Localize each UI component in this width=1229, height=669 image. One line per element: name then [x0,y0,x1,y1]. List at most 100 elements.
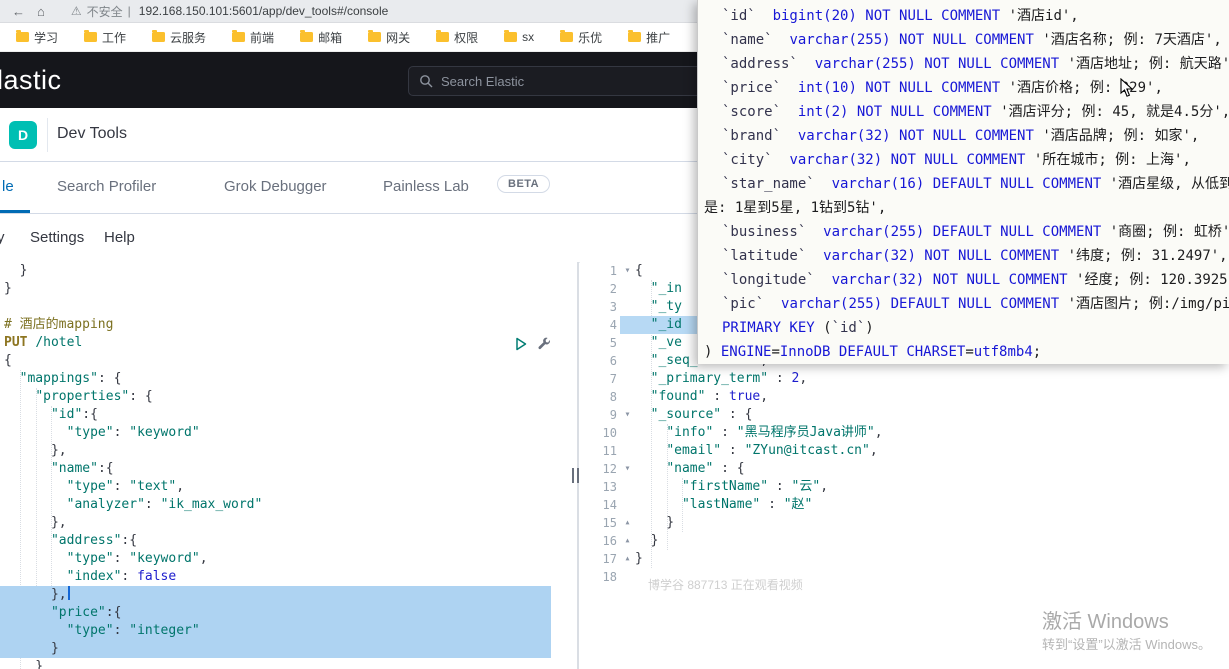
line-number: 8 [609,390,617,404]
bookmark-label: sx [522,30,535,44]
mouse-cursor [1120,77,1134,103]
bookmark-label: 权限 [454,30,479,45]
response-code-line[interactable]: 16 ▴ } [580,532,1229,550]
sql-code-line: `business` varchar(255) DEFAULT NULL COM… [722,224,1229,240]
sql-code-line: `id` bigint(20) NOT NULL COMMENT '酒店id', [722,8,1079,24]
folder-icon [436,30,450,42]
search-placeholder: Search Elastic [441,73,525,89]
fold-toggle-icon[interactable]: ▾ [620,406,635,424]
fold-toggle-icon[interactable]: ▴ [620,514,635,532]
viewer-watermark: 博学谷 887713 正在观看视频 [648,578,803,592]
active-tab-underline [0,210,30,213]
bookmark-item[interactable]: 网关 [368,29,410,46]
send-request-play-icon[interactable] [514,337,528,351]
request-code-line[interactable]: } [0,658,577,669]
bookmark-item[interactable]: sx [504,30,534,44]
bookmark-item[interactable]: 推广 [628,29,670,46]
bookmark-item[interactable]: 云服务 [152,29,206,46]
fold-toggle-icon[interactable]: ▾ [620,262,635,280]
line-number: 10 [602,426,617,440]
response-code-line[interactable]: 12 ▾ "name" : { [580,460,1229,478]
search-icon [420,75,433,88]
request-code-line[interactable]: }, [0,442,577,460]
request-code-line[interactable]: "address":{ [0,532,577,550]
request-code-line[interactable]: "mappings": { [0,370,577,388]
tab-search-profiler[interactable]: Search Profiler [57,178,156,195]
bookmark-label: 云服务 [170,30,207,45]
request-code-line[interactable]: "analyzer": "ik_max_word" [0,496,577,514]
nav-settings[interactable]: Settings [30,229,84,246]
search-input[interactable]: Search Elastic [408,66,730,96]
bookmark-item[interactable]: 权限 [436,29,478,46]
request-code-line[interactable] [0,298,577,316]
request-code-line[interactable]: "name":{ [0,460,577,478]
bookmark-item[interactable]: 工作 [84,29,126,46]
request-code-line[interactable]: }, [0,586,577,604]
bookmark-label: 学习 [34,30,59,45]
sql-create-table-window[interactable]: `id` bigint(20) NOT NULL COMMENT '酒店id',… [697,0,1229,364]
sql-code-line: ) ENGINE=InnoDB DEFAULT CHARSET=utf8mb4; [704,344,1042,360]
fold-toggle-icon[interactable]: ▾ [620,460,635,478]
request-code-line[interactable]: } [0,280,577,298]
nav-history-partial[interactable]: y [0,229,5,246]
request-editor[interactable]: }} # 酒店的mapping PUT /hotel{ "mappings": { … [0,262,577,669]
sql-code-line: PRIMARY KEY (`id`) [722,320,874,336]
line-number: 4 [609,318,617,332]
request-code-line[interactable]: { [0,352,577,370]
request-code-line[interactable]: "price":{ [0,604,577,622]
fold-toggle-icon[interactable]: ▴ [620,532,635,550]
beta-badge: BETA [497,175,551,193]
response-code-line[interactable]: 8 "found" : true, [580,388,1229,406]
response-code-line[interactable]: 13 "firstName" : "云", [580,478,1229,496]
request-code-line[interactable]: } [0,640,577,658]
request-code-line[interactable]: PUT /hotel [0,334,577,352]
request-code-line[interactable]: "properties": { [0,388,577,406]
back-icon[interactable]: ← [12,4,25,19]
folder-icon [368,30,382,42]
bookmark-label: 邮箱 [318,30,343,45]
fold-toggle-icon[interactable]: ▴ [620,550,635,568]
response-code-line[interactable]: 11 "email" : "ZYun@itcast.cn", [580,442,1229,460]
nav-help[interactable]: Help [104,229,135,246]
request-code-line[interactable]: "type": "text", [0,478,577,496]
request-code-line[interactable]: "id":{ [0,406,577,424]
windows-activate-subtext: 转到“设置”以激活 Windows。 [1042,637,1212,652]
request-code-line[interactable]: "index": false [0,568,577,586]
address-bar[interactable]: 192.168.150.101:5601/app/dev_tools#/cons… [139,4,389,18]
request-code-line[interactable]: } [0,262,577,280]
sql-code-line: `name` varchar(255) NOT NULL COMMENT '酒店… [722,32,1222,48]
line-number: 17 [602,552,617,566]
tab-painless-lab[interactable]: Painless Lab [383,178,469,195]
response-code-line[interactable]: 10 "info" : "黑马程序员Java讲师", [580,424,1229,442]
bookmark-item[interactable]: 邮箱 [300,29,342,46]
pane-divider[interactable] [577,262,579,669]
response-code-line[interactable]: 17 ▴} [580,550,1229,568]
bookmark-label: 乐优 [578,30,603,45]
request-code-line[interactable]: "type": "integer" [0,622,577,640]
bookmark-item[interactable]: 乐优 [560,29,602,46]
tab-console-partial[interactable]: le [2,178,14,195]
dev-tools-app-icon[interactable]: D [9,121,37,149]
request-code-line[interactable]: "type": "keyword", [0,550,577,568]
bookmark-label: 网关 [386,30,411,45]
response-code-line[interactable]: 9 ▾ "_source" : { [580,406,1229,424]
wrench-icon[interactable] [537,337,552,352]
folder-icon [16,30,29,42]
request-actions [514,337,552,352]
folder-icon [300,30,314,42]
response-code-line[interactable]: 15 ▴ } [580,514,1229,532]
line-number: 18 [602,570,617,584]
sql-code-line: `address` varchar(255) NOT NULL COMMENT … [722,56,1229,72]
bookmark-item[interactable]: 学习 [16,29,58,46]
home-icon[interactable]: ⌂ [37,4,45,19]
request-code-line[interactable]: }, [0,514,577,532]
response-code-line[interactable]: 14 "lastName" : "赵" [580,496,1229,514]
sql-code-line: `star_name` varchar(16) DEFAULT NULL COM… [722,176,1229,192]
request-code-line[interactable]: # 酒店的mapping [0,316,577,334]
response-code-line[interactable]: 7 "_primary_term" : 2, [580,370,1229,388]
request-code-line[interactable]: "type": "keyword" [0,424,577,442]
bookmark-item[interactable]: 前端 [232,29,274,46]
tab-grok-debugger[interactable]: Grok Debugger [224,178,327,195]
